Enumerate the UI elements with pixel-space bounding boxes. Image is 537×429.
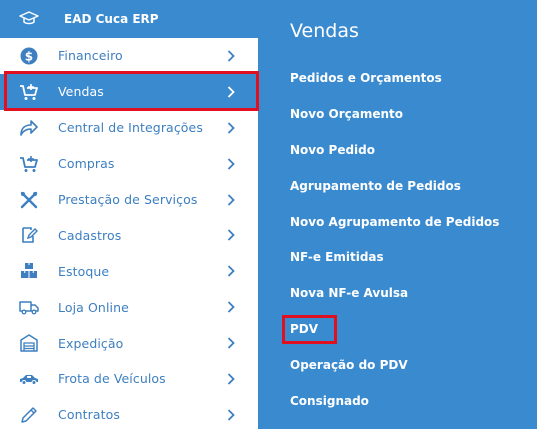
submenu-title: Vendas: [290, 20, 359, 42]
sidebar-item-label: Loja Online: [58, 299, 129, 315]
submenu-item-agrupamento-pedidos[interactable]: Agrupamento de Pedidos: [290, 168, 530, 204]
chevron-right-icon: [226, 336, 236, 350]
sidebar-item-financeiro[interactable]: $ Financeiro: [0, 38, 258, 74]
boxes-icon: [18, 260, 40, 282]
submenu-item-nova-nfe-avulsa[interactable]: Nova NF-e Avulsa: [290, 275, 530, 311]
sidebar: EAD Cuca ERP $ Financeiro Vendas Central…: [0, 0, 258, 429]
chevron-right-icon: [226, 372, 236, 386]
sidebar-item-label: Prestação de Serviços: [58, 192, 198, 207]
sidebar-item-label: Estoque: [58, 263, 110, 279]
chevron-right-icon: [226, 157, 236, 171]
submenu-item-consignado[interactable]: Consignado: [290, 383, 530, 419]
submenu-item-nfe-emitidas[interactable]: NF-e Emitidas: [290, 239, 530, 275]
sidebar-item-prestacao-servicos[interactable]: Prestação de Serviços: [0, 182, 258, 218]
chevron-right-icon: [226, 228, 236, 242]
edit-note-icon: [18, 224, 40, 246]
brand-title: EAD Cuca ERP: [64, 12, 159, 26]
sidebar-item-label: Central de Integrações: [58, 120, 203, 136]
chevron-right-icon: [226, 408, 236, 422]
chevron-right-icon: [226, 264, 236, 278]
sidebar-item-estoque[interactable]: Estoque: [0, 253, 258, 289]
chevron-right-icon: [226, 85, 236, 99]
submenu-item-pedidos-orcamentos[interactable]: Pedidos e Orçamentos: [290, 60, 530, 96]
chevron-right-icon: [226, 49, 236, 63]
submenu-item-pdv[interactable]: PDV: [290, 311, 530, 347]
sidebar-item-loja-online[interactable]: Loja Online: [0, 289, 258, 325]
svg-text:$: $: [25, 49, 33, 63]
pen-icon: [18, 404, 40, 426]
sidebar-menu: $ Financeiro Vendas Central de Integraçõ…: [0, 38, 258, 429]
sidebar-item-vendas[interactable]: Vendas: [0, 73, 258, 110]
chevron-right-icon: [226, 300, 236, 314]
car-icon: [18, 368, 40, 390]
sidebar-item-label: Frota de Veículos: [58, 371, 166, 387]
sidebar-item-central-integracoes[interactable]: Central de Integrações: [0, 110, 258, 146]
warehouse-icon: [18, 332, 40, 354]
submenu-item-novo-agrupamento-pedidos[interactable]: Novo Agrupamento de Pedidos: [290, 204, 530, 240]
truck-icon: [18, 296, 40, 318]
submenu-item-operacao-pdv[interactable]: Operação do PDV: [290, 347, 530, 383]
submenu-item-novo-orcamento[interactable]: Novo Orçamento: [290, 96, 530, 132]
chevron-right-icon: [226, 193, 236, 207]
sidebar-item-label: Cadastros: [58, 227, 122, 243]
sidebar-item-label: Expedição: [58, 335, 124, 351]
sidebar-item-label: Compras: [58, 156, 115, 172]
tools-icon: [18, 189, 40, 211]
chevron-right-icon: [226, 121, 236, 135]
sidebar-item-label: Contratos: [58, 407, 120, 423]
submenu-item-novo-pedido[interactable]: Novo Pedido: [290, 132, 530, 168]
sidebar-item-label: Financeiro: [58, 48, 123, 64]
share-arrow-icon: [18, 117, 40, 139]
brand-header[interactable]: EAD Cuca ERP: [0, 0, 258, 38]
graduation-cap-icon: [18, 8, 40, 30]
cart-plus-icon: [18, 153, 40, 175]
sidebar-item-label: Vendas: [58, 84, 104, 100]
sidebar-item-compras[interactable]: Compras: [0, 146, 258, 182]
submenu-panel: Vendas Pedidos e Orçamentos Novo Orçamen…: [258, 0, 537, 429]
cart-plus-icon: [18, 81, 40, 103]
sidebar-item-contratos[interactable]: Contratos: [0, 397, 258, 429]
sidebar-item-expedicao[interactable]: Expedição: [0, 325, 258, 361]
submenu-list: Pedidos e Orçamentos Novo Orçamento Novo…: [290, 60, 530, 419]
sidebar-item-frota-veiculos[interactable]: Frota de Veículos: [0, 361, 258, 397]
sidebar-item-cadastros[interactable]: Cadastros: [0, 217, 258, 253]
dollar-circle-icon: $: [18, 45, 40, 67]
